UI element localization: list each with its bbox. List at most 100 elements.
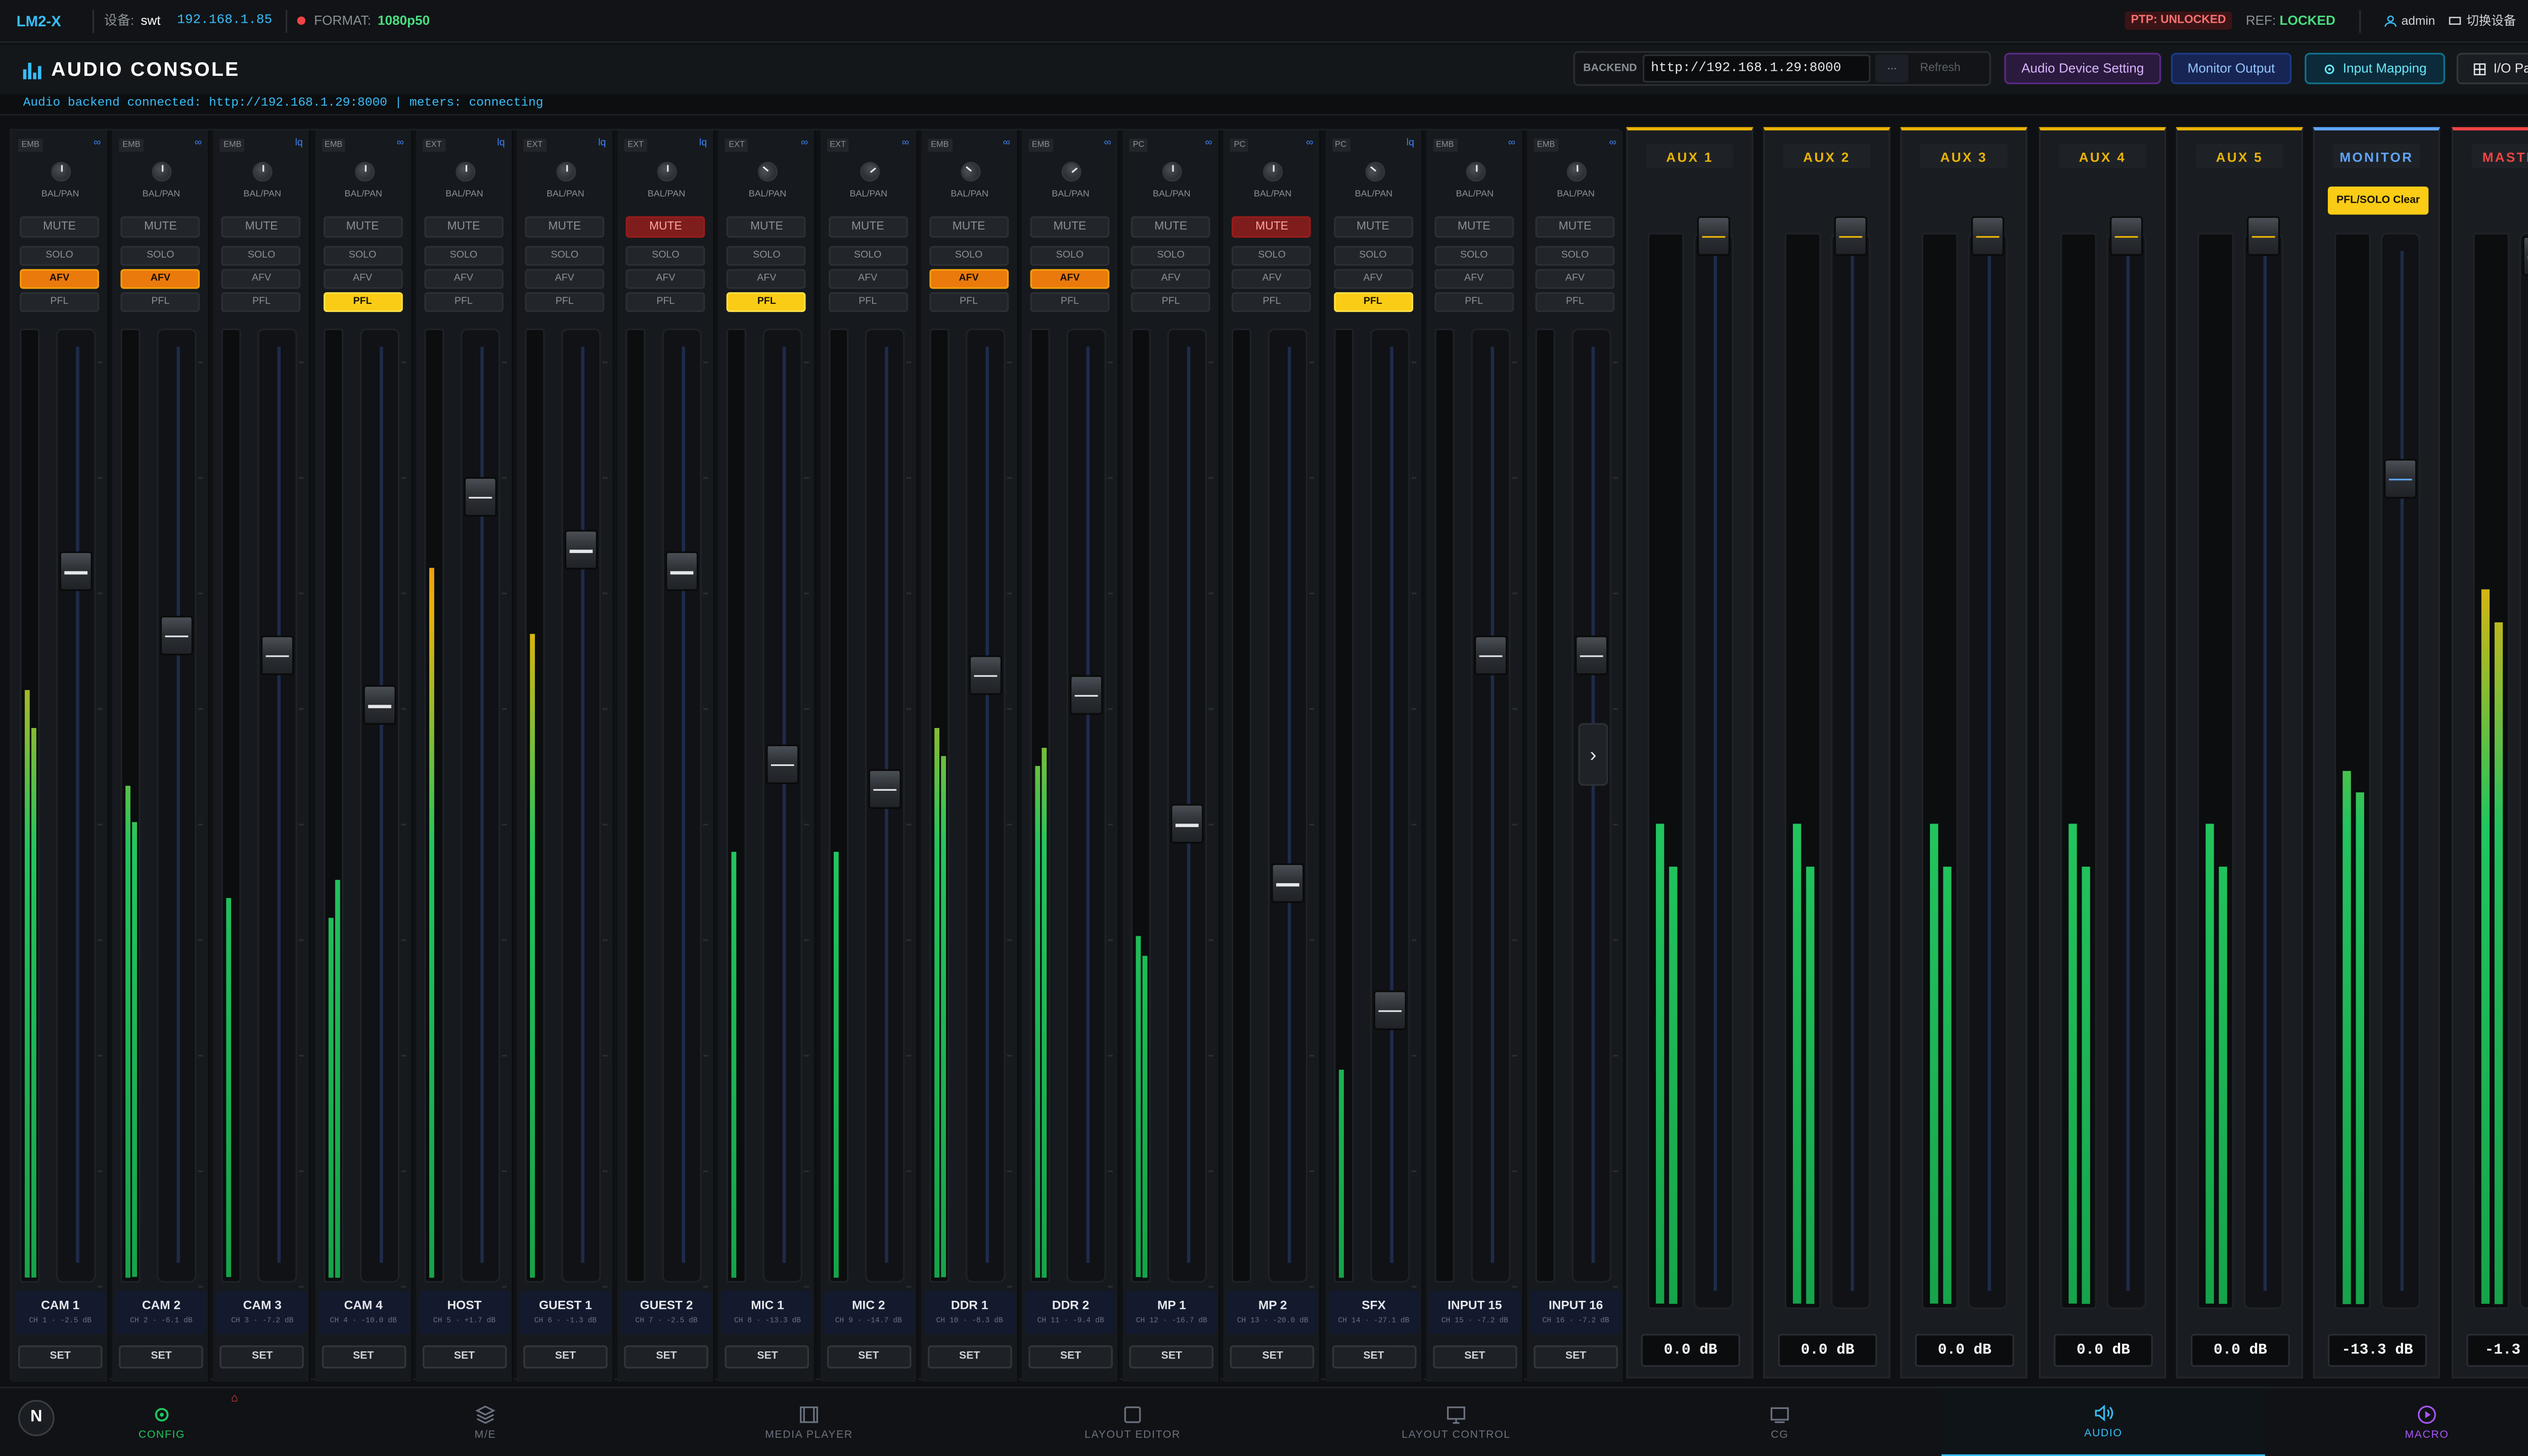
io-patch-button[interactable]: I/O Patch — [2456, 53, 2528, 84]
set-button[interactable]: SET — [523, 1345, 608, 1369]
app-logo[interactable]: N — [18, 1399, 55, 1436]
mute-button[interactable]: MUTE — [424, 216, 504, 238]
pfl-button[interactable]: PFL — [1535, 292, 1615, 312]
refresh-button[interactable]: Refresh — [1913, 63, 1967, 74]
pan-knob[interactable] — [253, 161, 274, 182]
fader-cap[interactable] — [1170, 804, 1204, 844]
switch-device-button[interactable]: 切换设备 — [2448, 12, 2516, 30]
set-button[interactable]: SET — [1230, 1345, 1315, 1369]
link-icon[interactable]: ∞ — [195, 139, 202, 149]
afv-button[interactable]: AFV — [929, 269, 1009, 289]
fader-track[interactable] — [359, 328, 399, 1283]
fader-track[interactable] — [1470, 328, 1511, 1283]
nav-media-player[interactable]: MEDIA PLAYER — [647, 1388, 971, 1456]
fader-cap[interactable] — [665, 551, 699, 591]
afv-button[interactable]: AFV — [424, 269, 504, 289]
afv-button[interactable]: AFV — [1434, 269, 1514, 289]
pan-knob[interactable] — [556, 161, 576, 182]
mute-button[interactable]: MUTE — [1333, 216, 1413, 238]
fader-track[interactable] — [258, 328, 298, 1283]
link-icon[interactable]: ∞ — [1508, 139, 1515, 149]
link-icon[interactable]: ∞ — [94, 139, 101, 149]
fader-cap[interactable] — [766, 744, 800, 784]
fader-track[interactable] — [460, 328, 500, 1283]
fader-track[interactable] — [1269, 328, 1308, 1283]
pfl-button[interactable]: PFL — [424, 292, 504, 312]
pfl-button[interactable]: PFL — [727, 292, 806, 312]
set-button[interactable]: SET — [624, 1345, 709, 1369]
set-button[interactable]: SET — [18, 1345, 103, 1369]
nav-m-e[interactable]: M/E — [324, 1388, 647, 1456]
set-button[interactable]: SET — [1533, 1345, 1618, 1369]
afv-button[interactable]: AFV — [626, 269, 705, 289]
solo-button[interactable]: SOLO — [727, 246, 806, 266]
link-icon[interactable]: ∞ — [1609, 139, 1616, 149]
nav-cg[interactable]: CG — [1618, 1388, 1942, 1456]
bus-fader-track[interactable] — [1968, 233, 2008, 1309]
fader-cap[interactable] — [564, 530, 598, 570]
mute-button[interactable]: MUTE — [727, 216, 806, 238]
fader-cap[interactable] — [261, 635, 295, 675]
pfl-button[interactable]: PFL — [20, 292, 99, 312]
set-button[interactable]: SET — [1130, 1345, 1214, 1369]
fader-track[interactable] — [1571, 328, 1611, 1283]
pfl-button[interactable]: PFL — [1333, 292, 1413, 312]
pan-knob[interactable] — [956, 157, 984, 186]
pfl-button[interactable]: PFL — [1030, 292, 1110, 312]
input-mapping-button[interactable]: Input Mapping — [2305, 53, 2445, 84]
backend-url-input[interactable]: http://192.168.1.29:8000 — [1642, 54, 1871, 83]
set-button[interactable]: SET — [1331, 1345, 1416, 1369]
fader-cap[interactable] — [969, 655, 1002, 695]
pan-knob[interactable] — [754, 157, 783, 186]
mute-button[interactable]: MUTE — [1232, 216, 1312, 238]
user-menu[interactable]: admin — [2383, 13, 2435, 28]
monitor-output-button[interactable]: Monitor Output — [2171, 53, 2292, 84]
bus-fader-track[interactable] — [2106, 233, 2146, 1309]
fader-cap[interactable] — [1069, 674, 1103, 714]
fader-cap[interactable] — [1272, 863, 1305, 903]
bus-fader-cap[interactable] — [1971, 215, 2005, 255]
pan-knob[interactable] — [152, 161, 172, 182]
fader-cap[interactable] — [868, 768, 901, 809]
afv-button[interactable]: AFV — [1232, 269, 1312, 289]
fader-track[interactable] — [561, 328, 601, 1283]
pfl-solo-clear-button[interactable]: PFL/SOLO Clear — [2328, 186, 2429, 215]
set-button[interactable]: SET — [220, 1345, 305, 1369]
link-icon[interactable]: ∞ — [902, 139, 909, 149]
pfl-button[interactable]: PFL — [323, 292, 402, 312]
set-button[interactable]: SET — [422, 1345, 507, 1369]
solo-button[interactable]: SOLO — [1333, 246, 1413, 266]
mute-button[interactable]: MUTE — [626, 216, 705, 238]
fader-cap[interactable] — [463, 476, 497, 516]
link-icon[interactable]: lq — [497, 139, 505, 149]
set-button[interactable]: SET — [1432, 1345, 1517, 1369]
mute-button[interactable]: MUTE — [828, 216, 908, 238]
pfl-button[interactable]: PFL — [1434, 292, 1514, 312]
fader-track[interactable] — [56, 328, 96, 1283]
solo-button[interactable]: SOLO — [120, 246, 200, 266]
link-icon[interactable]: ∞ — [1205, 139, 1212, 149]
fader-track[interactable] — [965, 328, 1005, 1283]
pan-knob[interactable] — [1263, 161, 1284, 182]
afv-button[interactable]: AFV — [120, 269, 200, 289]
pan-knob[interactable] — [657, 161, 678, 182]
mute-button[interactable]: MUTE — [1131, 216, 1211, 238]
link-icon[interactable]: lq — [598, 139, 606, 149]
pfl-button[interactable]: PFL — [221, 292, 301, 312]
fader-track[interactable] — [1369, 328, 1410, 1283]
solo-button[interactable]: SOLO — [323, 246, 402, 266]
pan-knob[interactable] — [1566, 161, 1587, 182]
link-icon[interactable]: lq — [699, 139, 707, 149]
fader-cap[interactable] — [1575, 635, 1608, 675]
bus-fader-cap[interactable] — [2247, 215, 2280, 255]
bus-fader-cap[interactable] — [2522, 237, 2528, 277]
mute-button[interactable]: MUTE — [1030, 216, 1110, 238]
link-icon[interactable]: lq — [1407, 139, 1414, 149]
nav-audio[interactable]: AUDIO — [1941, 1388, 2265, 1456]
pan-knob[interactable] — [1162, 161, 1183, 182]
nav-macro[interactable]: MACRO — [2265, 1388, 2528, 1456]
afv-button[interactable]: AFV — [1333, 269, 1413, 289]
solo-button[interactable]: SOLO — [626, 246, 705, 266]
pan-knob[interactable] — [354, 161, 374, 182]
afv-button[interactable]: AFV — [828, 269, 908, 289]
